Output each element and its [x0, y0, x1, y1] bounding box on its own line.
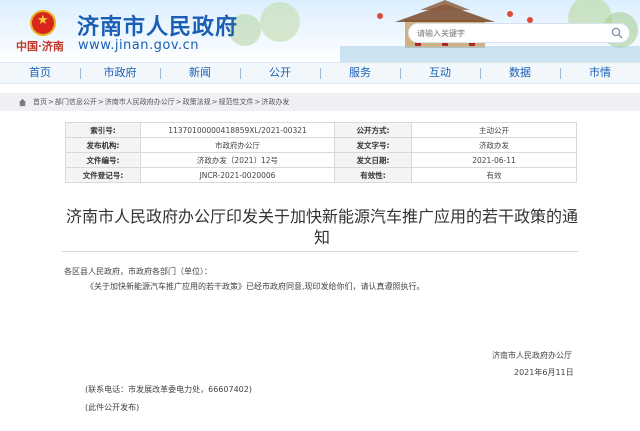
main-nav: 首页 市政府 新闻 公开 服务 互动 数据 市情 [0, 62, 640, 84]
meta-value: 济政办发 [411, 137, 577, 153]
title-divider [62, 251, 578, 252]
breadcrumb: 首页 > 部门信息公开 > 济南市人民政府办公厅 > 政策法规 > 规范性文件 > 济政办… [0, 93, 640, 111]
meta-label: 发文字号: [334, 137, 412, 153]
table-row: 发布机构: 市政府办公厅 发文字号: 济政办发 [65, 137, 577, 153]
meta-value: 济政办发〔2021〕12号 [140, 152, 335, 168]
nav-item-government[interactable]: 市政府 [80, 63, 160, 83]
nav-item-disclosure[interactable]: 公开 [240, 63, 320, 83]
home-icon [18, 98, 27, 106]
table-row: 文件编号: 济政办发〔2021〕12号 发文日期: 2021-06-11 [65, 152, 577, 168]
meta-label: 发文日期: [334, 152, 412, 168]
meta-value: 2021-06-11 [411, 152, 577, 168]
nav-item-service[interactable]: 服务 [320, 63, 400, 83]
meta-label: 发布机构: [65, 137, 141, 153]
meta-value: 11370100000418859XL/2021-00321 [140, 122, 335, 138]
document-salutation: 各区县人民政府，市政府各部门（单位）： [64, 267, 212, 276]
nav-item-city-info[interactable]: 市情 [560, 63, 640, 83]
national-emblem-icon [30, 10, 56, 36]
document-title: 济南市人民政府办公厅印发关于加快新能源汽车推广应用的若干政策的通 知 [64, 206, 580, 248]
meta-label: 公开方式: [334, 122, 412, 138]
search-input[interactable] [417, 26, 597, 40]
breadcrumb-item[interactable]: 济南市人民政府办公厅 [105, 97, 175, 107]
meta-value: 有效 [411, 167, 577, 183]
meta-label: 索引号: [65, 122, 141, 138]
breadcrumb-item[interactable]: 济政办发 [261, 97, 289, 107]
nav-item-interaction[interactable]: 互动 [400, 63, 480, 83]
site-url: www.jinan.gov.cn [78, 38, 200, 53]
meta-value: JNCR-2021-0020006 [140, 167, 335, 183]
meta-value: 主动公开 [411, 122, 577, 138]
meta-label: 有效性: [334, 167, 412, 183]
document-metadata-table: 索引号: 11370100000418859XL/2021-00321 公开方式… [65, 122, 577, 183]
table-row: 索引号: 11370100000418859XL/2021-00321 公开方式… [65, 122, 577, 138]
meta-value: 市政府办公厅 [140, 137, 335, 153]
publish-note: (此件公开发布) [85, 403, 140, 412]
contact-info: (联系电话：市发展改革委电力处，66607402) [85, 385, 252, 394]
meta-label: 文件编号: [65, 152, 141, 168]
search-box [408, 23, 630, 43]
nav-item-home[interactable]: 首页 [0, 63, 80, 83]
document-title-line: 济南市人民政府办公厅印发关于加快新能源汽车推广应用的若干政策的通 [65, 207, 578, 226]
search-icon[interactable] [611, 27, 623, 39]
breadcrumb-item[interactable]: 首页 [33, 97, 47, 107]
nav-item-news[interactable]: 新闻 [160, 63, 240, 83]
table-row: 文件登记号: JNCR-2021-0020006 有效性: 有效 [65, 167, 577, 183]
site-title[interactable]: 济南市人民政府 [77, 9, 238, 41]
breadcrumb-item[interactable]: 部门信息公开 [55, 97, 97, 107]
document-issuer: 济南市人民政府办公厅 [492, 351, 572, 360]
document-date: 2021年6月11日 [514, 368, 574, 377]
site-header: 中国·济南 济南市人民政府 www.jinan.gov.cn [0, 0, 640, 62]
meta-label: 文件登记号: [65, 167, 141, 183]
nav-item-data[interactable]: 数据 [480, 63, 560, 83]
city-seal-text: 中国·济南 [16, 40, 64, 53]
breadcrumb-item[interactable]: 政策法规 [183, 97, 211, 107]
document-title-line: 知 [313, 228, 330, 247]
document-body: 《关于加快新能源汽车推广应用的若干政策》已经市政府同意,现印发给你们，请认真遵照… [86, 282, 425, 291]
breadcrumb-item[interactable]: 规范性文件 [219, 97, 254, 107]
